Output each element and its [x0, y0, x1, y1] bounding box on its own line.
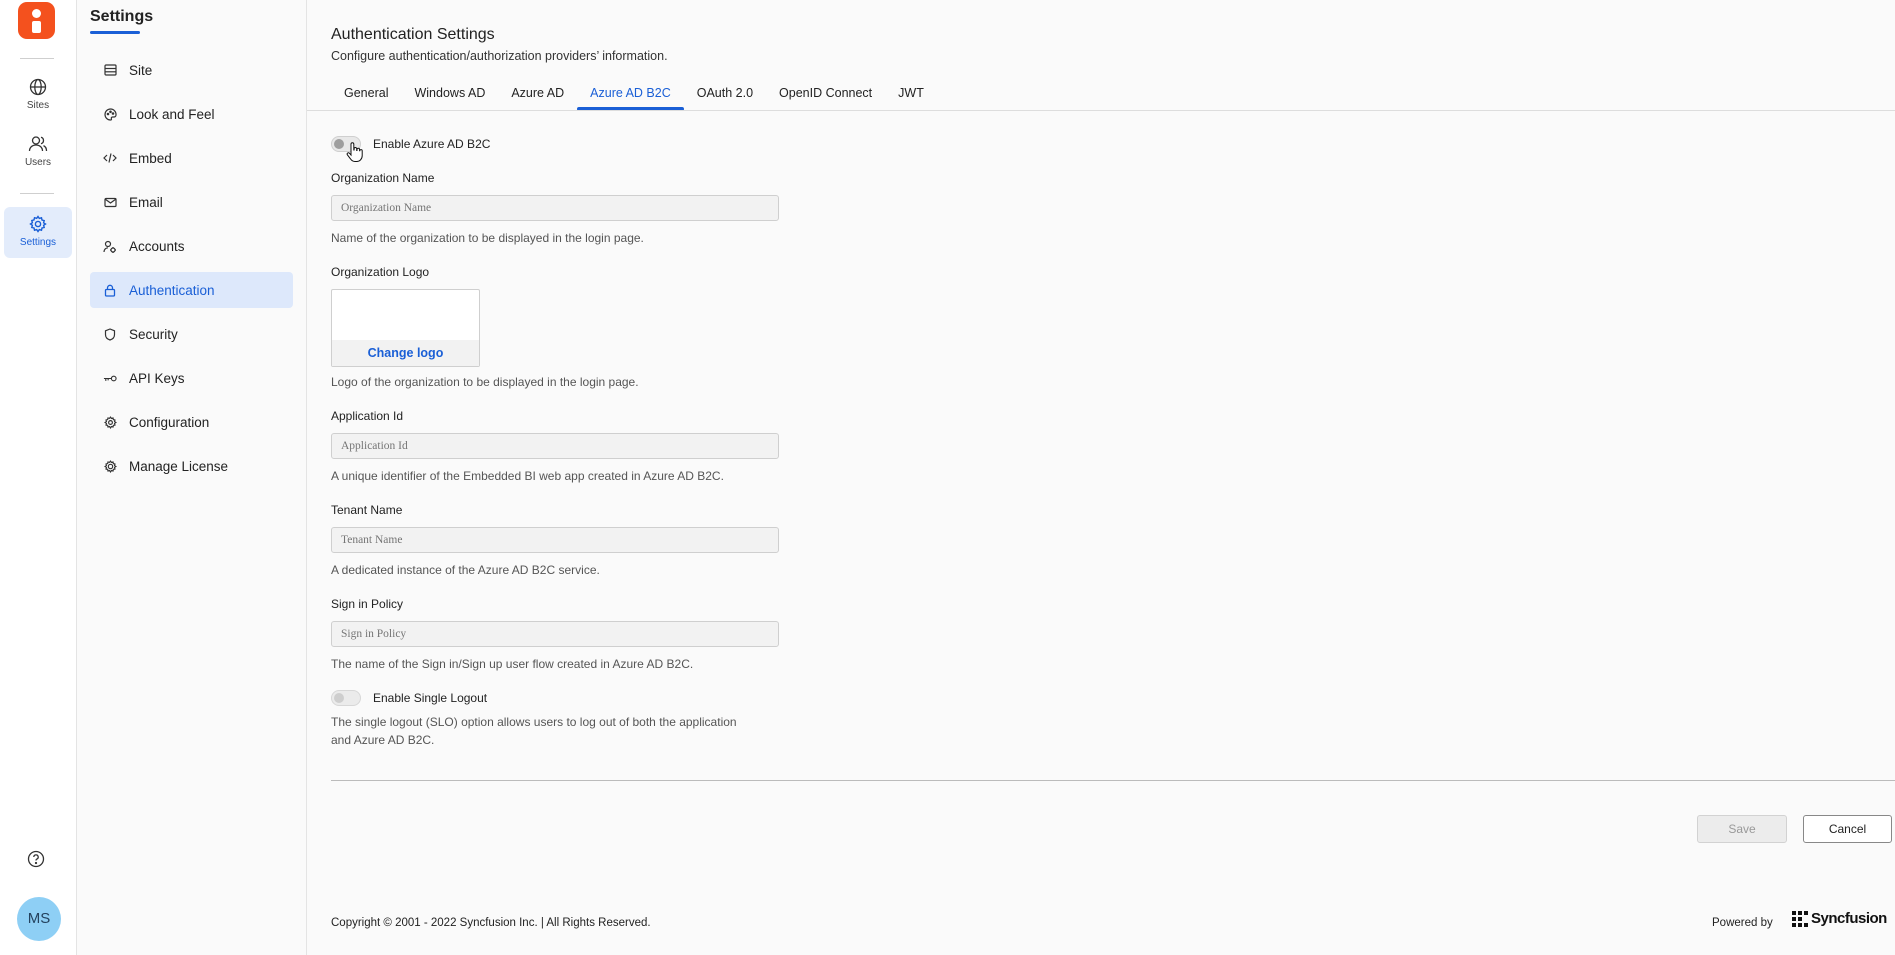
sidebar-title-underline	[90, 31, 140, 34]
hand-cursor-icon	[346, 142, 363, 162]
toggle-knob	[334, 693, 344, 703]
single-logout-toggle[interactable]	[331, 690, 361, 706]
org-name-help: Name of the organization to be displayed…	[331, 231, 644, 245]
tenant-name-help: A dedicated instance of the Azure AD B2C…	[331, 563, 600, 577]
org-logo-preview: Change logo	[331, 289, 480, 367]
sidebar-item-label: Configuration	[129, 414, 210, 430]
sidebar-item-site[interactable]: Site	[90, 52, 293, 88]
tenant-name-label: Tenant Name	[331, 503, 403, 517]
rail-item-users[interactable]: Users	[4, 135, 72, 168]
org-logo-label: Organization Logo	[331, 265, 430, 279]
rail-divider	[20, 58, 54, 59]
sidebar-item-label: Authentication	[129, 282, 215, 298]
form-divider	[331, 780, 1895, 781]
sidebar-item-email[interactable]: Email	[90, 184, 293, 220]
mail-icon	[103, 195, 117, 209]
syncfusion-logo[interactable]: Syncfusion	[1792, 910, 1887, 927]
tabs-divider	[307, 110, 1895, 111]
sidebar-item-label: Embed	[129, 150, 172, 166]
code-icon	[103, 151, 117, 165]
page-title: Authentication Settings	[331, 26, 495, 43]
app-logo[interactable]	[18, 2, 55, 39]
syncfusion-mark-icon	[1792, 910, 1808, 927]
save-button[interactable]: Save	[1697, 815, 1787, 843]
sidebar-item-security[interactable]: Security	[90, 316, 293, 352]
toggle-knob	[334, 139, 344, 149]
rail-item-sites[interactable]: Sites	[4, 78, 72, 111]
sidebar-item-label: Accounts	[129, 238, 185, 254]
org-name-label: Organization Name	[331, 171, 435, 185]
tab-azure-ad[interactable]: Azure AD	[498, 81, 577, 109]
sign-in-policy-help: The name of the Sign in/Sign up user flo…	[331, 657, 694, 671]
sidebar-item-label: Security	[129, 326, 178, 342]
palette-icon	[103, 107, 117, 121]
sign-in-policy-label: Sign in Policy	[331, 597, 404, 611]
sidebar-item-embed[interactable]: Embed	[90, 140, 293, 176]
site-icon	[103, 63, 117, 77]
cancel-button[interactable]: Cancel	[1803, 815, 1892, 843]
single-logout-help-line2: and Azure AD B2C.	[331, 733, 435, 747]
avatar[interactable]: MS	[17, 897, 61, 941]
sidebar-item-label: Site	[129, 62, 153, 78]
app-id-input[interactable]	[331, 433, 779, 459]
globe-icon	[29, 78, 47, 96]
sign-in-policy-input[interactable]	[331, 621, 779, 647]
sidebar-item-label: Email	[129, 194, 163, 210]
key-icon	[103, 371, 117, 385]
sidebar-item-look-and-feel[interactable]: Look and Feel	[90, 96, 293, 132]
single-logout-help-line1: The single logout (SLO) option allows us…	[331, 715, 737, 729]
sidebar-title: Settings	[90, 8, 154, 25]
gear-icon	[29, 215, 47, 233]
tab-openid-connect[interactable]: OpenID Connect	[766, 81, 885, 109]
app-id-label: Application Id	[331, 409, 404, 423]
license-icon	[103, 459, 117, 473]
sidebar-item-api-keys[interactable]: API Keys	[90, 360, 293, 396]
enable-azure-ad-b2c-label: Enable Azure AD B2C	[373, 137, 491, 151]
rail-divider	[20, 193, 54, 194]
app-rail: Sites Users Settings MS	[0, 0, 77, 955]
copyright-text: Copyright © 2001 - 2022 Syncfusion Inc. …	[331, 917, 651, 929]
config-gear-icon	[103, 415, 117, 429]
rail-label-settings: Settings	[19, 237, 57, 248]
main-content: Authentication Settings Configure authen…	[307, 0, 1895, 955]
sidebar-item-label: Manage License	[129, 458, 229, 474]
change-logo-button[interactable]: Change logo	[332, 340, 479, 366]
app-id-help: A unique identifier of the Embedded BI w…	[331, 469, 724, 483]
rail-item-settings[interactable]: Settings	[4, 207, 72, 258]
auth-tabs: General Windows AD Azure AD Azure AD B2C…	[331, 81, 937, 111]
tab-azure-ad-b2c[interactable]: Azure AD B2C	[577, 81, 684, 111]
sidebar-item-label: Look and Feel	[129, 106, 215, 122]
sidebar-item-configuration[interactable]: Configuration	[90, 404, 293, 440]
org-name-input[interactable]	[331, 195, 779, 221]
settings-sidebar: Settings Site Look and Feel Embed Email …	[77, 0, 307, 955]
sidebar-item-accounts[interactable]: Accounts	[90, 228, 293, 264]
sidebar-item-authentication[interactable]: Authentication	[90, 272, 293, 308]
syncfusion-brand: Syncfusion	[1811, 910, 1887, 927]
tab-windows-ad[interactable]: Windows AD	[401, 81, 498, 109]
rail-label-sites: Sites	[26, 100, 50, 111]
shield-icon	[103, 327, 117, 341]
users-icon	[28, 136, 48, 152]
lock-icon	[103, 283, 117, 297]
tab-jwt[interactable]: JWT	[885, 81, 937, 109]
powered-by-text: Powered by	[1712, 917, 1773, 929]
sidebar-item-label: API Keys	[129, 370, 185, 386]
sidebar-item-manage-license[interactable]: Manage License	[90, 448, 293, 484]
org-logo-help: Logo of the organization to be displayed…	[331, 375, 639, 389]
single-logout-label: Enable Single Logout	[373, 691, 488, 705]
tab-general[interactable]: General	[331, 81, 401, 109]
tenant-name-input[interactable]	[331, 527, 779, 553]
tab-oauth[interactable]: OAuth 2.0	[684, 81, 766, 109]
help-icon[interactable]	[27, 850, 45, 868]
page-subtitle: Configure authentication/authorization p…	[331, 49, 668, 63]
rail-label-users: Users	[24, 157, 52, 168]
accounts-icon	[103, 239, 117, 253]
